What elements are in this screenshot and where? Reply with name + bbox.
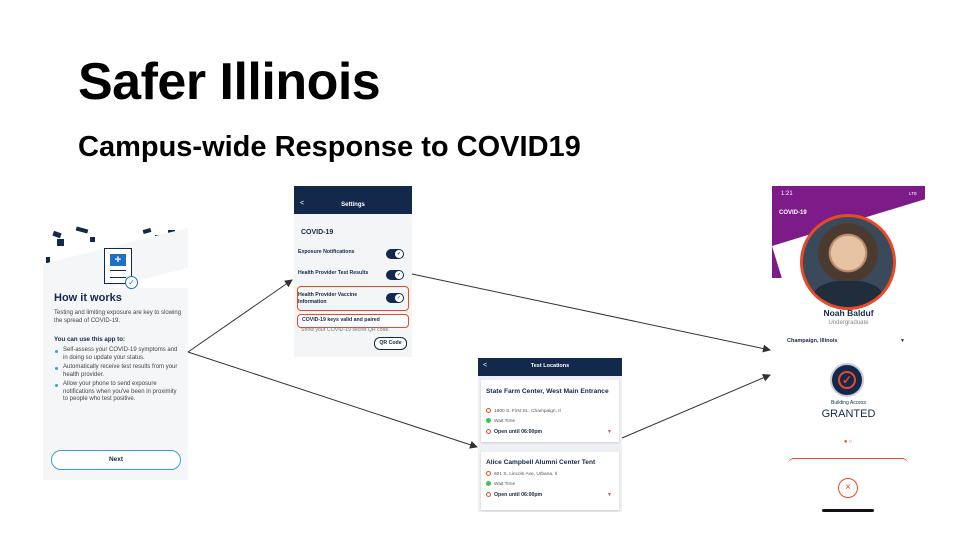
- location-card[interactable]: State Farm Center, West Main Entrance 18…: [481, 380, 619, 442]
- pin-icon: [486, 471, 491, 476]
- dropdown-arrow-icon[interactable]: ▼: [900, 338, 905, 344]
- how-it-works-title: How it works: [54, 292, 122, 304]
- location-name: State Farm Center, West Main Entrance: [486, 388, 609, 395]
- exposure-toggle[interactable]: ✓: [386, 249, 404, 259]
- wait-status-icon: [486, 418, 491, 423]
- open-hours: Open until 06:00pm: [486, 492, 542, 498]
- location-address: 1800 S. First St., Champaign, Il: [486, 408, 561, 414]
- confetti-shape: [90, 237, 95, 242]
- open-hours: Open until 06:00pm: [486, 429, 542, 435]
- avatar: [800, 214, 896, 310]
- checkmark-icon: ✓: [838, 371, 856, 389]
- qr-code-button[interactable]: QR Code: [374, 337, 407, 350]
- wait-time: Wait Time: [486, 418, 515, 424]
- arrow-settings-to-profile: [411, 273, 771, 353]
- location-name: Alice Campbell Alumni Center Tent: [486, 459, 596, 466]
- close-circle-icon[interactable]: ×: [838, 478, 858, 498]
- slide-subtitle: Campus-wide Response to COVID19: [78, 131, 581, 163]
- test-results-toggle[interactable]: ✓: [386, 270, 404, 280]
- close-icon[interactable]: ×: [908, 207, 919, 218]
- secret-qr-text: Show your COVID-19 secret QR code.: [301, 327, 390, 333]
- user-role: Undergraduate: [828, 320, 869, 326]
- status-signal: LTE: [909, 191, 917, 196]
- keys-status: COVID-19 keys valid and paired: [297, 314, 409, 328]
- settings-section-title: COVID-19: [301, 229, 334, 236]
- profile-photo: [803, 217, 893, 307]
- user-name: Noah Balduf: [823, 308, 874, 318]
- test-locations-title: Test Locations: [530, 363, 570, 369]
- setting-test-results: Health Provider Test Results ✓: [298, 270, 408, 280]
- card-edge: [788, 458, 908, 464]
- access-badge: ✓: [830, 363, 864, 397]
- settings-screen: < Settings COVID-19 Exposure Notificatio…: [294, 186, 412, 357]
- page-dot: ○: [848, 439, 854, 445]
- arrow-to-settings: [187, 279, 293, 353]
- medical-cross-icon: +: [110, 254, 126, 266]
- feature-item: Allow your phone to send exposure notifi…: [54, 381, 182, 404]
- how-it-works-screen: + ✓ How it works Testing and limiting ex…: [43, 226, 188, 480]
- status-time: 1:21: [781, 191, 793, 197]
- check-icon: ✓: [395, 250, 403, 258]
- arrow-to-test-locations: [187, 351, 478, 449]
- wait-time: Wait Time: [486, 481, 515, 487]
- access-status: GRANTED: [821, 408, 876, 420]
- intro-text: Testing and limiting exposure are key to…: [54, 310, 182, 324]
- location-card[interactable]: Alice Campbell Alumni Center Tent 601 S.…: [481, 452, 619, 510]
- chevron-down-icon[interactable]: ▼: [607, 429, 612, 435]
- clock-icon: [486, 429, 491, 434]
- vaccine-toggle[interactable]: ✓: [386, 293, 404, 303]
- check-icon: ✓: [395, 294, 403, 302]
- setting-vaccine-info: Health Provider Vaccine Information: [298, 292, 376, 305]
- building-access-label: Building Access: [830, 400, 867, 406]
- chevron-down-icon[interactable]: ▼: [607, 492, 612, 498]
- check-icon: ✓: [395, 271, 403, 279]
- confetti-shape: [57, 239, 64, 246]
- clock-icon: [486, 492, 491, 497]
- settings-header: < Settings: [294, 186, 412, 214]
- home-indicator: [822, 509, 874, 512]
- location-select[interactable]: Champaign, Illinois: [787, 338, 837, 344]
- setting-label: Health Provider Test Results: [298, 270, 369, 276]
- page-indicator[interactable]: ●○: [772, 439, 925, 445]
- feature-item: Self-assess your COVID-19 symptoms and i…: [54, 347, 182, 362]
- building-access-screen: 1:21 LTE COVID-19 × Noah Balduf Undergra…: [772, 186, 925, 517]
- setting-label: Health Provider Vaccine Information: [298, 292, 358, 305]
- location-address: 601 S. Lincoln Ave, Urbana, Il: [486, 471, 557, 477]
- settings-title: Settings: [341, 202, 365, 208]
- wait-status-icon: [486, 481, 491, 486]
- setting-label: Exposure Notifications: [298, 249, 355, 255]
- covid-label: COVID-19: [779, 210, 807, 216]
- document-lines: [110, 270, 126, 278]
- pin-icon: [486, 408, 491, 413]
- can-use-heading: You can use this app to:: [54, 336, 126, 343]
- photo-shirt: [813, 281, 883, 307]
- setting-exposure-notifications: Exposure Notifications ✓: [298, 249, 408, 259]
- checkmark-icon: ✓: [125, 276, 138, 289]
- next-button[interactable]: Next: [51, 450, 181, 470]
- arrow-locations-to-profile: [621, 374, 771, 439]
- feature-item: Automatically receive test results from …: [54, 364, 182, 379]
- slide-title: Safer Illinois: [78, 53, 381, 111]
- test-locations-header: < Test Locations: [478, 358, 622, 376]
- feature-list: Self-assess your COVID-19 symptoms and i…: [54, 347, 182, 406]
- test-locations-screen: < Test Locations State Farm Center, West…: [478, 358, 622, 512]
